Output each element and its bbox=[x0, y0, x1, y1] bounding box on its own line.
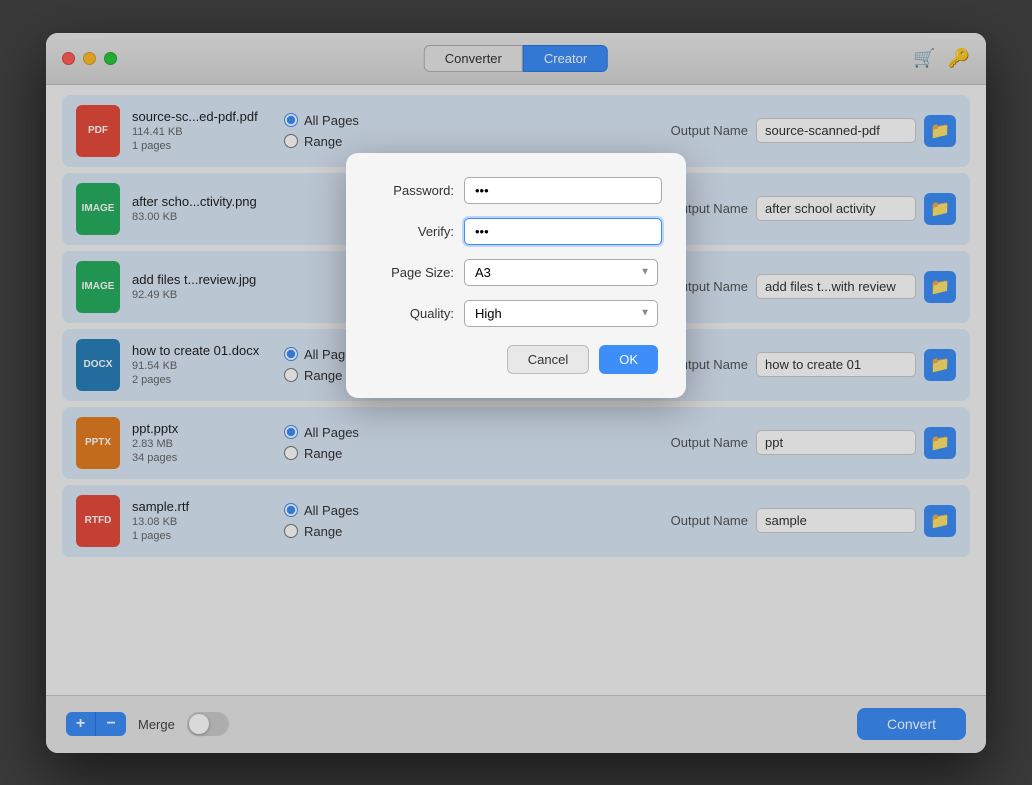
page-size-select-wrapper: A3 A4 A5 Letter Legal ▼ bbox=[464, 259, 658, 286]
modal-button-group: Cancel OK bbox=[374, 345, 658, 374]
quality-select-wrapper: High Medium Low ▼ bbox=[464, 300, 658, 327]
quality-label: Quality: bbox=[374, 306, 454, 321]
verify-label: Verify: bbox=[374, 224, 454, 239]
page-size-row: Page Size: A3 A4 A5 Letter Legal ▼ bbox=[374, 259, 658, 286]
verify-input[interactable] bbox=[464, 218, 662, 245]
modal-overlay: Password: Verify: Page Size: A3 A4 A5 Le… bbox=[46, 33, 986, 753]
page-size-select[interactable]: A3 A4 A5 Letter Legal bbox=[464, 259, 658, 286]
verify-row: Verify: bbox=[374, 218, 658, 245]
password-label: Password: bbox=[374, 183, 454, 198]
password-dialog: Password: Verify: Page Size: A3 A4 A5 Le… bbox=[346, 153, 686, 398]
password-input[interactable] bbox=[464, 177, 662, 204]
password-row: Password: bbox=[374, 177, 658, 204]
quality-row: Quality: High Medium Low ▼ bbox=[374, 300, 658, 327]
quality-select[interactable]: High Medium Low bbox=[464, 300, 658, 327]
cancel-button[interactable]: Cancel bbox=[507, 345, 589, 374]
ok-button[interactable]: OK bbox=[599, 345, 658, 374]
page-size-label: Page Size: bbox=[374, 265, 454, 280]
